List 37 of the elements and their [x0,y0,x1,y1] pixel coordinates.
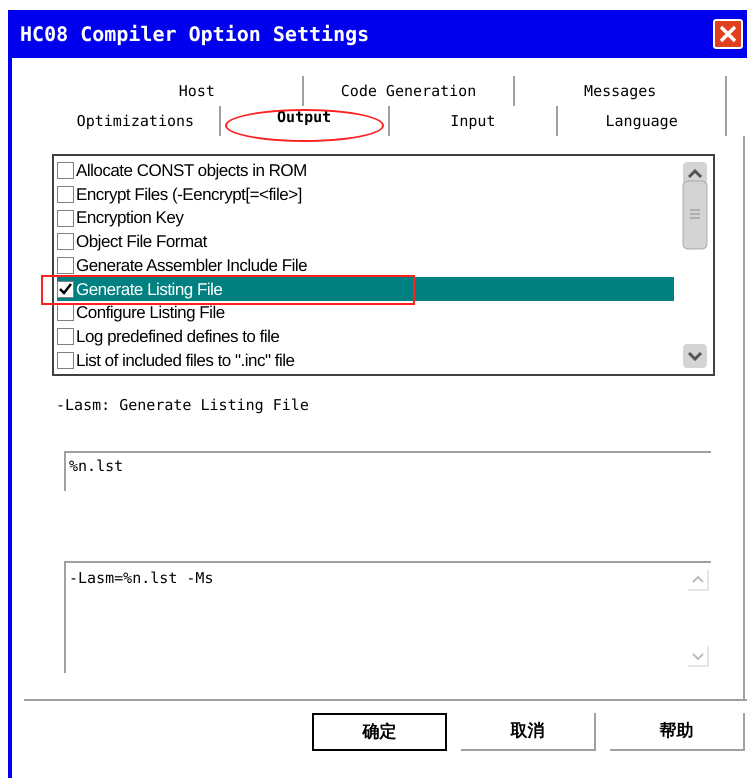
option-item[interactable]: Encryption Key [57,206,674,230]
checkbox[interactable] [57,328,74,346]
tab[interactable]: Optimizations [68,110,202,132]
option-description: -Lasm: Generate Listing File [56,395,310,416]
tab[interactable]: Output [269,106,340,128]
option-item[interactable]: Log predefined defines to file [57,324,674,348]
option-item[interactable]: Allocate CONST objects in ROM [57,159,674,183]
scroll-thumb-icon[interactable] [682,180,708,250]
checkbox[interactable] [57,257,74,274]
dialog-button[interactable]: 帮助 [610,712,745,750]
tab[interactable]: Input [442,110,504,132]
checkbox[interactable] [57,162,74,180]
checkbox[interactable] [57,304,74,322]
window-title: HC08 Compiler Option Settings [20,21,370,48]
close-button[interactable] [713,19,743,49]
command-line-text: -Lasm=%n.lst -Ms [68,568,214,588]
option-item[interactable]: Generate Assembler Include File [57,254,674,278]
option-item[interactable]: Generate Listing File [57,277,674,302]
checkbox[interactable] [57,186,74,204]
checkbox[interactable] [57,352,74,369]
option-item[interactable]: Configure Listing File [57,301,674,325]
tab[interactable]: Host [170,80,223,102]
option-value-field[interactable]: %n.lst [64,450,711,490]
dialog-button[interactable]: 取消 [461,712,596,750]
scroll-down-icon[interactable] [682,343,708,369]
option-item[interactable]: List of included files to ".inc" file [57,348,674,372]
check-icon [59,283,72,296]
tab[interactable]: Code Generation [332,80,484,102]
dialog-button[interactable]: 确定 [312,712,447,750]
option-item[interactable]: Object File Format [57,230,674,254]
option-item[interactable]: Encrypt Files (-Eencrypt[=<file>] [57,182,674,206]
checkbox[interactable] [57,233,74,250]
tab[interactable]: Language [598,110,686,132]
checkbox[interactable] [57,280,74,298]
checkbox[interactable] [57,210,74,227]
close-icon [719,25,737,43]
tab[interactable]: Messages [576,80,664,102]
